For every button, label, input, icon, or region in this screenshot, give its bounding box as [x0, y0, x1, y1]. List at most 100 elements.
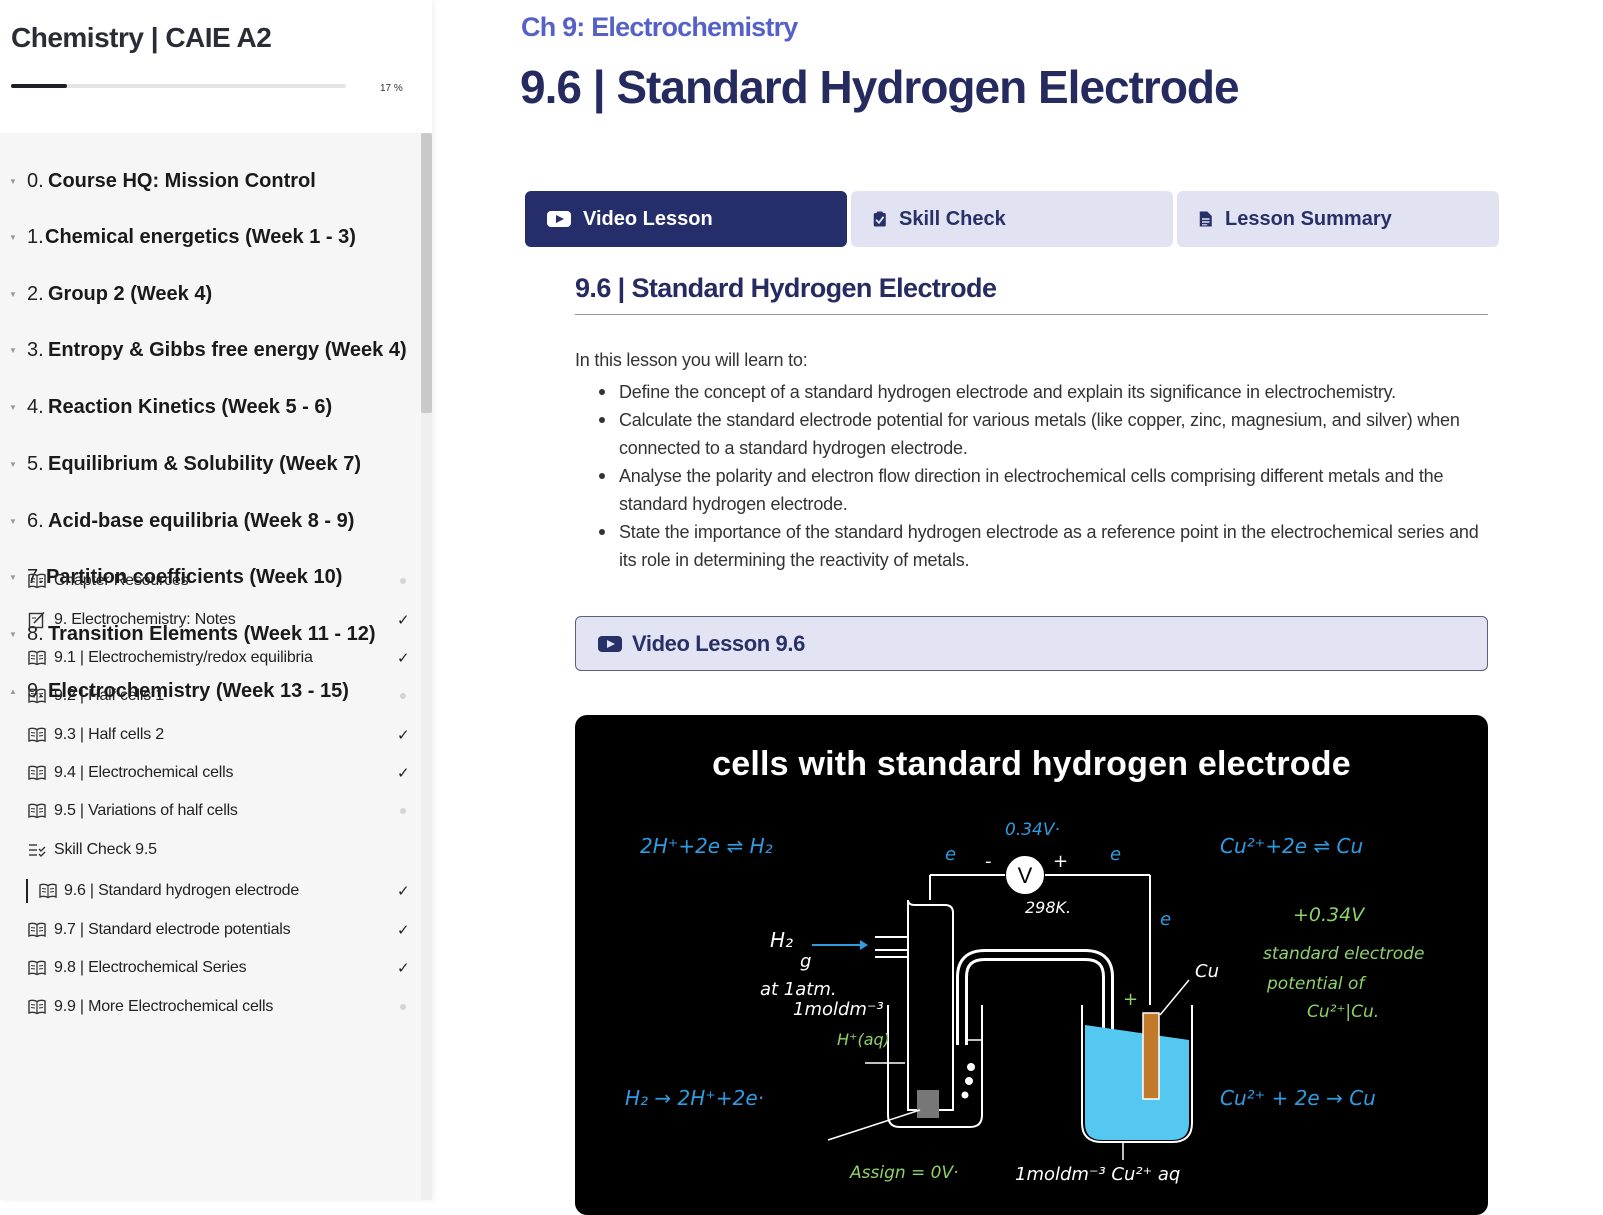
- chapter-number: 3.: [27, 338, 44, 361]
- section-heading: 9.6 | Standard Hydrogen Electrode: [575, 273, 1488, 315]
- caret-down-icon[interactable]: ▼: [9, 517, 17, 526]
- lesson-item[interactable]: 9.3 | Half cells 2 ✓: [0, 718, 420, 752]
- caret-down-icon[interactable]: ▼: [9, 290, 17, 299]
- lesson-name: 9.8 | Electrochemical Series: [54, 959, 247, 976]
- lesson-item[interactable]: 9.8 | Electrochemical Series ✓: [0, 951, 420, 985]
- chapter-name: Reaction Kinetics (Week 5 - 6): [48, 395, 333, 418]
- complete-check-icon: ✓: [397, 650, 410, 667]
- objective-item: Calculate the standard electrode potenti…: [597, 406, 1497, 462]
- tab-skill-check[interactable]: Skill Check: [851, 191, 1173, 247]
- book-icon: [28, 803, 46, 819]
- lesson-name: 9.6 | Standard hydrogen electrode: [64, 882, 300, 899]
- lesson-item[interactable]: 9.7 | Standard electrode potentials ✓: [0, 913, 420, 947]
- caret-down-icon[interactable]: ▼: [9, 460, 17, 469]
- clipboard-check-icon: [873, 211, 886, 227]
- chapter-name: Equilibrium & Solubility (Week 7): [48, 452, 361, 475]
- note-line-2: potential of: [1266, 974, 1367, 994]
- copper-electrode-label: Cu: [1195, 961, 1219, 982]
- chapter-item[interactable]: ▼ 1. Chemical energetics (Week 1 - 3): [0, 217, 420, 257]
- complete-check-icon: ✓: [397, 960, 410, 977]
- youtube-icon: [598, 635, 622, 652]
- chapter-label: Ch 9: Electrochemistry: [521, 12, 798, 42]
- course-progress-text: 17 %: [380, 83, 403, 94]
- chapter-item[interactable]: ▼ 6. Acid-base equilibria (Week 8 - 9): [0, 501, 420, 541]
- negative-terminal: -: [985, 851, 992, 872]
- complete-check-icon: ✓: [397, 727, 410, 744]
- lesson-name: 9.3 | Half cells 2: [54, 726, 164, 743]
- lesson-item[interactable]: 9.5 | Variations of half cells: [0, 794, 420, 828]
- document-icon: [1199, 211, 1212, 227]
- sidebar-scrollbar[interactable]: [421, 133, 432, 1200]
- book-icon: [28, 999, 46, 1015]
- chapter-number: 1.: [27, 225, 44, 248]
- note-line-3: Cu²⁺|Cu.: [1307, 1002, 1379, 1022]
- complete-check-icon: ✓: [397, 883, 410, 900]
- electron-label: e: [1110, 844, 1121, 865]
- hydrogen-gas-label: H₂: [770, 928, 793, 952]
- chapter-name: Acid-base equilibria (Week 8 - 9): [48, 509, 355, 532]
- chapter-item[interactable]: ▼ 2. Group 2 (Week 4): [0, 274, 420, 314]
- caret-down-icon[interactable]: ▼: [9, 233, 17, 242]
- learning-objectives: Define the concept of a standard hydroge…: [597, 378, 1497, 574]
- tab-lesson-summary[interactable]: Lesson Summary: [1177, 191, 1499, 247]
- lesson-item[interactable]: 9.6 | Standard hydrogen electrode ✓: [0, 874, 420, 908]
- chapter-item[interactable]: ▼ 5. Equilibrium & Solubility (Week 7): [0, 444, 420, 484]
- chapter-item[interactable]: ▼ 4. Reaction Kinetics (Week 5 - 6): [0, 387, 420, 427]
- checklist-icon: [29, 844, 46, 857]
- chapter-number: 5.: [27, 452, 44, 475]
- chapter-number: 4.: [27, 395, 44, 418]
- tab-video-lesson[interactable]: Video Lesson: [525, 191, 847, 247]
- objective-item: Define the concept of a standard hydroge…: [597, 378, 1497, 406]
- lesson-item[interactable]: 9.4 | Electrochemical cells ✓: [0, 756, 420, 790]
- emf-value: +0.34V: [1293, 904, 1366, 926]
- video-lesson-toggle[interactable]: Video Lesson 9.6: [575, 616, 1488, 671]
- chapter-item[interactable]: ▼ 0. Course HQ: Mission Control: [0, 161, 420, 201]
- page-title: 9.6 | Standard Hydrogen Electrode: [520, 61, 1240, 113]
- equation-top-left: 2H⁺+2e ⇌ H₂: [640, 834, 773, 858]
- book-icon: [39, 883, 57, 899]
- lesson-item[interactable]: Chapter Resources: [0, 564, 420, 598]
- sidebar-nav: ▼ 0. Course HQ: Mission Control ▼ 1. Chemical…: [0, 133, 420, 1200]
- electron-label: e: [1160, 909, 1171, 930]
- positive-terminal: +: [1053, 851, 1068, 872]
- sidebar-scrollbar-thumb[interactable]: [421, 133, 432, 413]
- note-line-1: standard electrode: [1263, 944, 1424, 964]
- course-sidebar: Chemistry | CAIE A2 17 % ▼ 0. Course HQ: M…: [0, 0, 432, 1200]
- lesson-item[interactable]: Skill Check 9.5: [0, 833, 420, 867]
- equation-bottom-right: Cu²⁺ + 2e → Cu: [1220, 1086, 1376, 1110]
- lesson-item[interactable]: 9.1 | Electrochemistry/redox equilibria ✓: [0, 641, 420, 675]
- lesson-item[interactable]: 9. Electrochemistry: Notes ✓: [0, 603, 420, 637]
- tab-label: Skill Check: [899, 207, 1006, 230]
- concentration-left: 1moldm⁻³: [793, 999, 884, 1020]
- pressure-label: at 1atm.: [760, 979, 837, 1000]
- lesson-name: 9.2 | Half cells 1: [54, 687, 164, 704]
- lesson-item[interactable]: 9.2 | Half cells 1: [0, 679, 420, 713]
- lesson-name: 9.9 | More Electrochemical cells: [54, 998, 274, 1015]
- active-indicator: [26, 879, 28, 903]
- sidebar-header: Chemistry | CAIE A2 17 %: [0, 0, 432, 133]
- chapter-name: Course HQ: Mission Control: [48, 169, 316, 192]
- caret-down-icon[interactable]: ▼: [9, 177, 17, 186]
- caret-down-icon[interactable]: ▼: [9, 403, 17, 412]
- electrochemical-cell-diagram: V 2H⁺+2e ⇌ H₂ Cu²⁺+2e ⇌ Cu H₂ → 2H⁺+2e· …: [625, 820, 1424, 1185]
- course-title: Chemistry | CAIE A2: [11, 22, 272, 53]
- lesson-name: 9.5 | Variations of half cells: [54, 802, 238, 819]
- course-progress-fill: [11, 84, 68, 88]
- incomplete-dot-icon: [400, 1004, 406, 1010]
- chapter-item[interactable]: ▼ 3. Entropy & Gibbs free energy (Week 4): [0, 330, 420, 370]
- cathode-sign: +: [1123, 989, 1138, 1010]
- lesson-item[interactable]: 9.9 | More Electrochemical cells: [0, 990, 420, 1024]
- tab-label: Video Lesson: [583, 207, 713, 230]
- chapter-name: Chemical energetics (Week 1 - 3): [45, 225, 356, 248]
- lesson-intro: In this lesson you will learn to:: [575, 350, 808, 370]
- caret-down-icon[interactable]: ▼: [9, 346, 17, 355]
- lesson-name: 9.1 | Electrochemistry/redox equilibria: [54, 649, 313, 666]
- voltage-reading: 0.34V·: [1005, 820, 1060, 840]
- video-player[interactable]: cells with standard hydrogen electrode V: [575, 715, 1488, 1215]
- book-icon: [28, 688, 46, 704]
- chapter-number: 0.: [27, 169, 44, 192]
- incomplete-dot-icon: [400, 808, 406, 814]
- equation-bottom-left: H₂ → 2H⁺+2e·: [625, 1086, 764, 1110]
- edit-note-icon: [28, 611, 45, 629]
- book-icon: [28, 650, 46, 666]
